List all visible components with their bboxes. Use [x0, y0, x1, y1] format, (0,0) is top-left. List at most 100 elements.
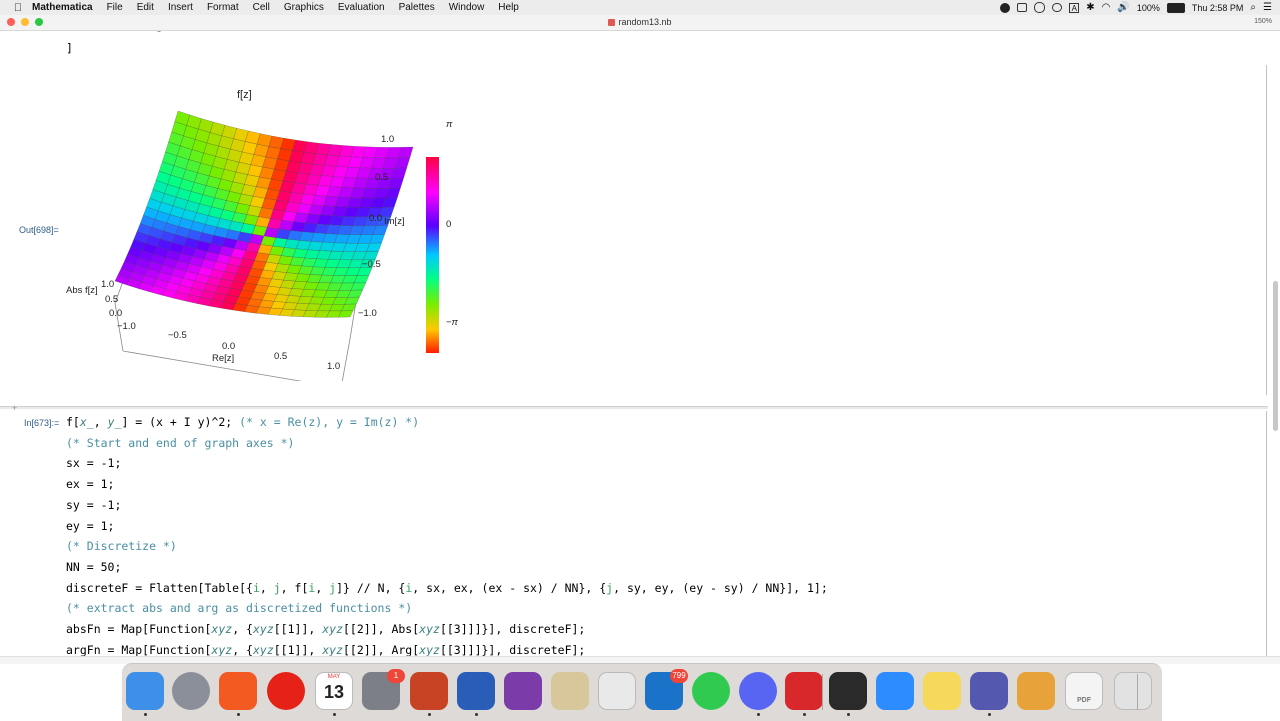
- code-line[interactable]: ey = 1;: [66, 519, 114, 533]
- calendar-icon[interactable]: MAY 13: [315, 672, 353, 710]
- cell-divider: [0, 406, 1268, 409]
- cell-insertion-point[interactable]: +: [12, 403, 17, 413]
- menu-format[interactable]: Format: [200, 0, 246, 15]
- vertical-scrollbar[interactable]: [1273, 281, 1278, 431]
- notebook-area[interactable]: Abs[...] Arg[...] ... ] Out[698]=: [0, 31, 1280, 656]
- plot3d-graphic: [114, 110, 439, 389]
- menu-window[interactable]: Window: [442, 0, 492, 15]
- control-center-icon[interactable]: ☰: [1263, 2, 1272, 13]
- menu-edit[interactable]: Edit: [130, 0, 161, 15]
- teams-icon[interactable]: [970, 672, 1008, 710]
- code-token: xyz: [419, 622, 440, 636]
- dock: MAY 13 1 799 PDF: [122, 663, 1162, 721]
- outlook-icon[interactable]: 799: [645, 669, 688, 710]
- menu-app-name[interactable]: Mathematica: [28, 0, 100, 15]
- code-token: ey = 1;: [66, 518, 115, 533]
- code-token: j: [273, 580, 281, 595]
- zoom-icon[interactable]: [876, 672, 914, 710]
- code-token: sx = -1;: [66, 456, 122, 471]
- code-line[interactable]: discreteF = Flatten[Table[{i, j, f[i, j]…: [66, 581, 828, 595]
- code-line[interactable]: (* Start and end of graph axes *): [66, 436, 294, 450]
- zoom-level[interactable]: 150%: [1254, 18, 1272, 25]
- system-preferences-icon[interactable]: 1: [362, 669, 405, 710]
- output-cell-bracket[interactable]: [1264, 65, 1267, 395]
- code-line[interactable]: absFn = Map[Function[xyz, {xyz[[1]], xyz…: [66, 622, 585, 636]
- x-tick: 1.0: [327, 361, 341, 372]
- volume-icon[interactable]: 🔊: [1117, 2, 1129, 13]
- legend-max-label: π: [446, 119, 453, 130]
- code-line[interactable]: sx = -1;: [66, 456, 121, 470]
- brave-icon[interactable]: [219, 672, 257, 710]
- trash-icon[interactable]: [1114, 672, 1152, 710]
- mathematica-icon[interactable]: [785, 672, 823, 710]
- code-line[interactable]: f[x_, y_] = (x + I y)^2; (* x = Re(z), y…: [66, 415, 419, 429]
- code-token: ]} // N, {: [336, 580, 406, 595]
- notification-badge: 1: [387, 669, 405, 683]
- code-token: ex = 1;: [66, 477, 115, 492]
- code-token: , {: [232, 622, 253, 636]
- spotlight-search-icon[interactable]: ⌕: [1250, 2, 1256, 13]
- code-line[interactable]: (* extract abs and arg as discretized fu…: [66, 601, 412, 615]
- z-tick: 0.5: [105, 294, 119, 305]
- code-line[interactable]: argFn = Map[Function[xyz, {xyz[[1]], xyz…: [66, 643, 585, 656]
- record-icon[interactable]: [1000, 2, 1011, 13]
- discord-icon[interactable]: [739, 672, 777, 710]
- scrobble-icon[interactable]: [1052, 3, 1063, 12]
- input-source-icon[interactable]: A: [1069, 2, 1080, 13]
- whatsapp-icon[interactable]: [692, 672, 730, 710]
- color-legend-bar: [426, 157, 439, 353]
- notebook-document-icon: [608, 19, 616, 26]
- code-comment: (* extract abs and arg as discretized fu…: [66, 601, 413, 616]
- apple-icon[interactable]: : [8, 2, 28, 14]
- notes-icon[interactable]: [923, 672, 961, 710]
- code-line[interactable]: NN = 50;: [66, 560, 121, 574]
- menu-insert[interactable]: Insert: [161, 0, 200, 15]
- pencil-app-icon[interactable]: [1017, 672, 1055, 710]
- battery-icon[interactable]: [1166, 2, 1185, 13]
- dock-icon-label: 13: [323, 682, 345, 702]
- preview-icon[interactable]: [551, 672, 589, 710]
- clock[interactable]: Thu 2:58 PM: [1192, 3, 1244, 13]
- code-token: xyz: [252, 622, 274, 636]
- wifi-icon[interactable]: ◠: [1102, 2, 1111, 13]
- time-machine-icon[interactable]: [1034, 2, 1046, 13]
- window-title-bar: random13.nb 150%: [0, 15, 1280, 31]
- screen-icon[interactable]: [1017, 3, 1028, 12]
- dock-separator: [1137, 674, 1138, 710]
- code-token: [[1]],: [273, 622, 323, 636]
- code-token: NN = 50;: [66, 559, 122, 574]
- z-axis-label: Abs f[z]: [66, 285, 98, 296]
- plot-title: f[z]: [237, 89, 252, 101]
- window-title-text: random13.nb: [618, 17, 672, 27]
- code-token: xyz: [322, 642, 343, 656]
- onenote-icon[interactable]: [504, 672, 542, 710]
- code-line[interactable]: (* Discretize *): [66, 539, 177, 553]
- code-line[interactable]: sy = -1;: [66, 498, 121, 512]
- terminal-icon[interactable]: [829, 672, 867, 710]
- launchpad-icon[interactable]: [172, 672, 210, 710]
- menu-evaluation[interactable]: Evaluation: [331, 0, 392, 15]
- menu-cell[interactable]: Cell: [246, 0, 277, 15]
- pdf-document-icon[interactable]: PDF: [1065, 672, 1103, 710]
- menu-file[interactable]: File: [100, 0, 130, 15]
- code-token: absFn = Map[Function[: [66, 622, 212, 636]
- calendar-month: MAY: [327, 674, 341, 680]
- y-tick: −1.0: [358, 308, 377, 319]
- menu-graphics[interactable]: Graphics: [277, 0, 331, 15]
- youtube-icon[interactable]: [267, 672, 305, 710]
- menu-help[interactable]: Help: [491, 0, 526, 15]
- word-icon[interactable]: [457, 672, 495, 710]
- notification-badge: 799: [670, 669, 688, 683]
- input-cell-bracket[interactable]: [1264, 411, 1267, 656]
- script-editor-icon[interactable]: [598, 672, 636, 710]
- plot3d-output[interactable]: [60, 81, 480, 389]
- code-line[interactable]: ex = 1;: [66, 477, 114, 491]
- code-token: discreteF = Flatten[Table[{: [66, 580, 253, 595]
- running-indicator: [144, 713, 147, 716]
- powerpoint-icon[interactable]: [410, 672, 448, 710]
- menu-palettes[interactable]: Palettes: [392, 0, 442, 15]
- battery-percent[interactable]: 100%: [1137, 3, 1160, 13]
- bluetooth-icon[interactable]: ✱: [1086, 2, 1094, 13]
- x-tick: −1.0: [117, 321, 136, 332]
- finder-icon[interactable]: [126, 672, 164, 710]
